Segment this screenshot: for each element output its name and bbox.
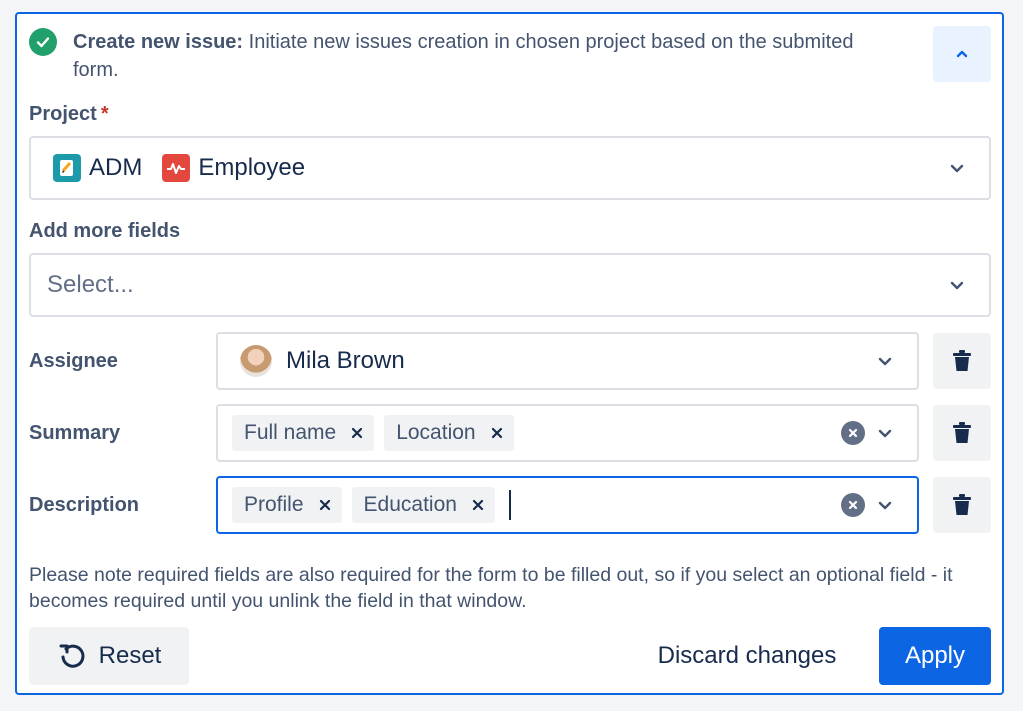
project-values: ADM Employee (53, 138, 305, 198)
add-fields-select[interactable]: Select... (29, 253, 991, 317)
trash-icon (953, 494, 971, 515)
add-fields-placeholder: Select... (47, 271, 134, 298)
text-cursor (508, 490, 511, 520)
chip-profile: Profile (232, 487, 342, 523)
delete-summary-button[interactable] (933, 405, 991, 461)
chip-full-name: Full name (232, 415, 375, 451)
chevron-down-icon (950, 281, 964, 290)
chip-label: Location (396, 421, 476, 444)
notebook-icon (53, 154, 81, 182)
chip-location: Location (384, 415, 514, 451)
pulse-icon (162, 154, 191, 182)
add-fields-label: Add more fields (29, 220, 181, 242)
clear-icon[interactable] (841, 493, 865, 517)
header-text: Create new issue: Initiate new issues cr… (73, 28, 893, 84)
description-chips: Profile Education (232, 478, 511, 532)
trash-icon (953, 350, 971, 371)
chevron-down-icon (878, 357, 892, 366)
remove-chip-icon[interactable] (490, 426, 504, 440)
reset-icon (59, 644, 85, 668)
reset-label: Reset (98, 642, 162, 669)
chevron-down-icon (878, 429, 892, 438)
description-label: Description (29, 494, 140, 516)
success-check-icon (29, 28, 57, 56)
assignee-value: Mila Brown (240, 334, 405, 388)
remove-chip-icon[interactable] (318, 498, 332, 512)
assignee-label: Assignee (29, 350, 118, 372)
summary-select[interactable]: Full name Location (216, 404, 919, 462)
chevron-up-icon (956, 50, 968, 58)
summary-label: Summary (29, 422, 121, 444)
project-select[interactable]: ADM Employee (29, 136, 991, 200)
collapse-button[interactable] (933, 26, 991, 82)
avatar (240, 345, 272, 377)
chip-education: Education (351, 487, 495, 523)
assignee-select[interactable]: Mila Brown (216, 332, 919, 390)
chip-label: Profile (244, 493, 304, 516)
delete-description-button[interactable] (933, 477, 991, 533)
assignee-name: Mila Brown (286, 347, 405, 374)
chip-label: Education (363, 493, 457, 516)
chevron-down-icon (950, 164, 964, 173)
remove-chip-icon[interactable] (471, 498, 485, 512)
discard-changes-button[interactable]: Discard changes (627, 627, 867, 685)
summary-chips: Full name Location (232, 406, 524, 460)
reset-button[interactable]: Reset (29, 627, 189, 685)
chip-label: Full name (244, 421, 337, 444)
remove-chip-icon[interactable] (350, 426, 364, 440)
create-issue-card: Create new issue: Initiate new issues cr… (15, 12, 1004, 695)
chevron-down-icon (878, 501, 892, 510)
clear-icon[interactable] (841, 421, 865, 445)
project-adm-label: ADM (89, 154, 143, 181)
header-title: Create new issue: (73, 31, 244, 53)
trash-icon (953, 422, 971, 443)
apply-button[interactable]: Apply (879, 627, 991, 685)
project-employee-label: Employee (198, 154, 306, 181)
required-fields-note: Please note required fields are also req… (29, 564, 953, 612)
delete-assignee-button[interactable] (933, 333, 991, 389)
project-label: Project * (29, 102, 109, 126)
required-mark: * (100, 103, 109, 125)
project-label-text: Project (29, 103, 97, 125)
description-select[interactable]: Profile Education (216, 476, 919, 534)
